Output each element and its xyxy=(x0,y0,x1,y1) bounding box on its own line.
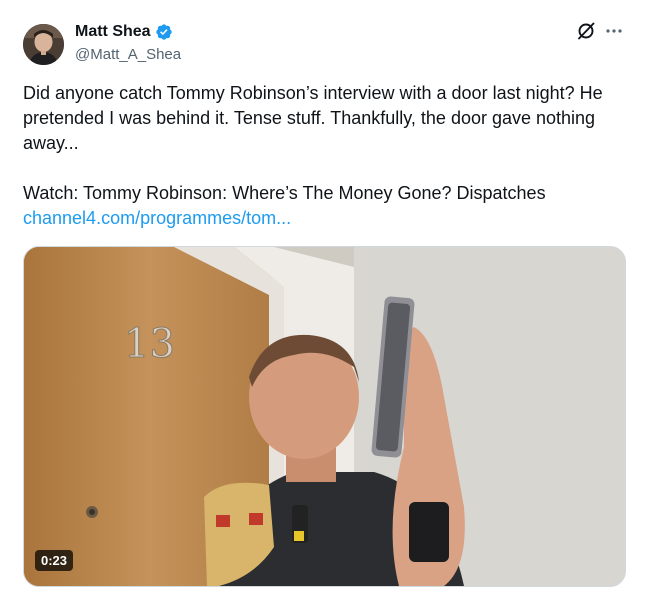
author-name-row[interactable]: Matt Shea xyxy=(75,23,173,41)
grok-icon xyxy=(576,21,596,46)
tweet-text-link-caption: Watch: Tommy Robinson: Where’s The Money… xyxy=(23,183,546,203)
grok-button[interactable] xyxy=(575,22,597,44)
avatar[interactable] xyxy=(23,24,64,65)
external-link[interactable]: channel4.com/programmes/tom... xyxy=(23,208,291,228)
video-thumbnail: 13 xyxy=(24,247,625,586)
verified-badge-icon xyxy=(155,23,173,41)
tweet-text-paragraph: Did anyone catch Tommy Robinson’s interv… xyxy=(23,83,603,153)
tweet-card[interactable]: Matt Shea @Matt_A_Shea Did anyone catch … xyxy=(0,0,647,600)
video-duration-badge: 0:23 xyxy=(35,550,74,571)
author-handle[interactable]: @Matt_A_Shea xyxy=(75,46,181,63)
video-player[interactable]: 13 xyxy=(23,246,626,587)
tweet-text: Did anyone catch Tommy Robinson’s interv… xyxy=(23,81,628,231)
door-number-text: 13 xyxy=(124,321,175,367)
more-horizontal-icon xyxy=(605,22,623,45)
more-options-button[interactable] xyxy=(603,22,625,44)
author-name[interactable]: Matt Shea xyxy=(75,23,151,41)
